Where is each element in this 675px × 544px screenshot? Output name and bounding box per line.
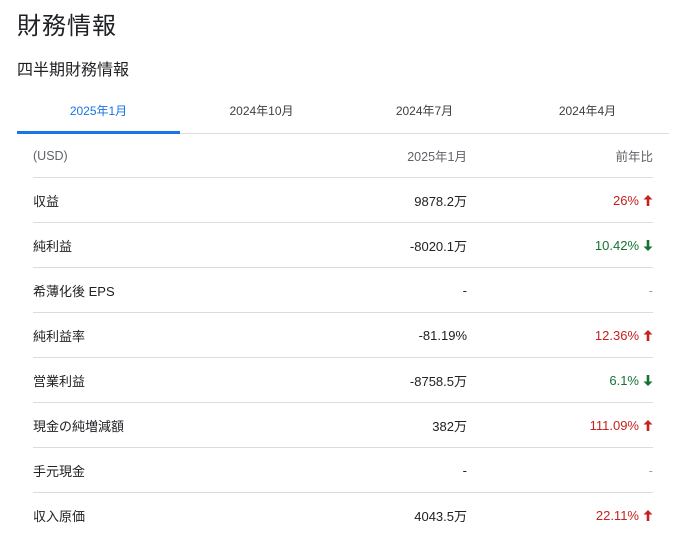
table-row: 希薄化後 EPS - - (33, 268, 653, 313)
quarter-tabs: 2025年1月 2024年10月 2024年7月 2024年4月 (17, 91, 669, 134)
row-label: 収入原価 (33, 509, 86, 524)
row-label: 希薄化後 EPS (33, 283, 115, 299)
table-row: 純利益 -8020.1万 10.42% (33, 223, 653, 268)
header-yoy: 前年比 (615, 150, 653, 164)
row-value: - (462, 462, 467, 478)
row-value: -81.19% (418, 327, 467, 343)
table-row: 現金の純増減額 382万 111.09% (33, 403, 653, 448)
page-title: 財務情報 (17, 13, 117, 40)
row-value: -8020.1万 (409, 238, 467, 254)
row-label: 純利益 (33, 238, 73, 254)
row-yoy: 6.1% (467, 373, 653, 388)
row-value: -8758.5万 (409, 373, 467, 389)
table-row: 営業利益 -8758.5万 6.1% (33, 358, 653, 403)
header-currency: (USD) (33, 148, 68, 163)
arrow-down-icon (643, 239, 653, 251)
row-value: - (462, 282, 467, 298)
row-label: 営業利益 (33, 373, 86, 389)
row-yoy: 26% (467, 193, 653, 208)
row-label: 現金の純増減額 (33, 418, 125, 434)
tab-quarter-2[interactable]: 2024年7月 (343, 91, 506, 133)
row-yoy-text: 12.36% (594, 327, 639, 343)
table-row: 純利益率 -81.19% 12.36% (33, 313, 653, 358)
row-yoy: - (467, 463, 653, 478)
row-label: 収益 (33, 193, 60, 209)
row-yoy-text: 111.09% (589, 417, 639, 433)
row-yoy-text: - (648, 462, 653, 478)
header-period: 2025年1月 (407, 150, 467, 164)
row-yoy-text: 10.42% (594, 237, 639, 253)
row-value: 9878.2万 (414, 193, 467, 209)
row-value: 4043.5万 (414, 509, 467, 524)
row-yoy: 12.36% (467, 328, 653, 343)
row-yoy: - (467, 283, 653, 298)
arrow-up-icon (643, 419, 653, 431)
financials-table: (USD) 2025年1月 前年比 収益 9878.2万 26% 純利益 -8020.1… (33, 134, 653, 538)
arrow-down-icon (643, 374, 653, 386)
table-row: 収入原価 4043.5万 22.11% (33, 493, 653, 538)
row-yoy: 22.11% (467, 508, 653, 523)
row-value: 382万 (432, 418, 467, 434)
tab-quarter-3[interactable]: 2024年4月 (506, 91, 669, 133)
row-label: 手元現金 (33, 463, 86, 479)
row-yoy-text: 6.1% (609, 372, 639, 388)
table-row: 収益 9878.2万 26% (33, 178, 653, 223)
row-yoy-text: 22.11% (595, 508, 639, 523)
row-label: 純利益率 (33, 328, 86, 344)
table-header-row: (USD) 2025年1月 前年比 (33, 134, 653, 178)
row-yoy-text: 26% (612, 192, 639, 208)
tab-quarter-1[interactable]: 2024年10月 (180, 91, 343, 133)
section-title: 四半期財務情報 (17, 62, 130, 79)
arrow-up-icon (643, 510, 653, 521)
row-yoy: 111.09% (467, 418, 653, 433)
row-yoy: 10.42% (467, 238, 653, 253)
arrow-up-icon (643, 329, 653, 341)
row-yoy-text: - (648, 282, 653, 298)
tab-quarter-0[interactable]: 2025年1月 (17, 91, 180, 134)
financials-page: 財務情報 四半期財務情報 2025年1月 2024年10月 2024年7月 2024年… (0, 0, 675, 544)
arrow-up-icon (643, 194, 653, 206)
table-row: 手元現金 - - (33, 448, 653, 493)
